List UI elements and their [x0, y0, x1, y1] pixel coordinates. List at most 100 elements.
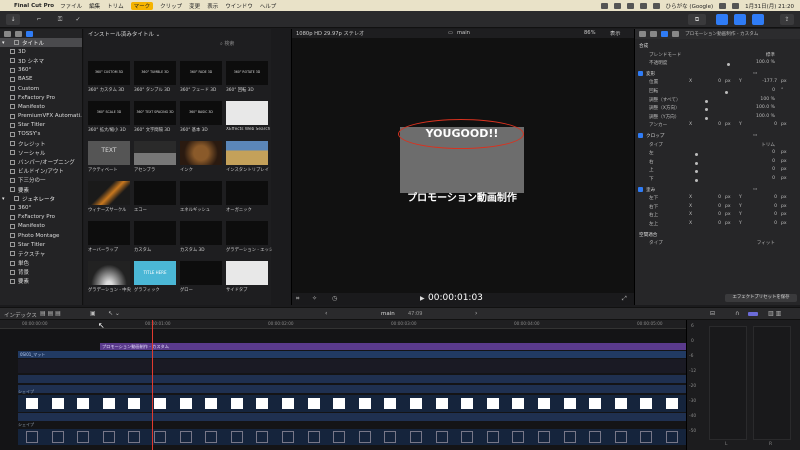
x-value[interactable]: 0: [707, 204, 721, 209]
slider-icon[interactable]: [705, 99, 708, 103]
track-lane-4[interactable]: [18, 413, 686, 421]
display-menu[interactable]: 表示: [610, 30, 620, 37]
slider-icon[interactable]: [695, 161, 698, 165]
transform-onscreen-icon[interactable]: ▭: [753, 71, 757, 76]
sidebar-item[interactable]: TOSSY's: [0, 130, 82, 139]
crop-section[interactable]: クロップ ▭: [635, 133, 800, 141]
text-tab-icon[interactable]: [650, 31, 657, 37]
opacity-row[interactable]: 不透明度 100.0 %: [635, 60, 800, 68]
title-thumbnail[interactable]: 360° SCALE 3D: [88, 101, 130, 125]
slider-icon[interactable]: [695, 153, 698, 157]
shape-track-2[interactable]: [18, 429, 686, 445]
sidebar-item[interactable]: BASE: [0, 75, 82, 84]
rotation-row[interactable]: 回転 0 °: [635, 88, 800, 96]
browser-toggle[interactable]: [716, 14, 728, 25]
title-clip[interactable]: プロモーション動画制作 - カスタム: [100, 343, 686, 350]
title-tab-icon[interactable]: [639, 31, 646, 37]
sidebar-item[interactable]: ▾ タイトル: [0, 38, 82, 48]
playhead[interactable]: [152, 320, 153, 450]
y-value[interactable]: 0: [751, 204, 777, 209]
sidebar-item[interactable]: Manifesto: [0, 222, 82, 231]
sidebar-item[interactable]: 下三分の一: [0, 176, 82, 185]
scale-x-row[interactable]: 調整（X方向） 100.0 %: [635, 105, 800, 113]
distort-section[interactable]: 歪み ▭: [635, 186, 800, 195]
enable-checkbox[interactable]: [638, 133, 643, 138]
sidebar-item[interactable]: 単色: [0, 259, 82, 268]
sidebar-item[interactable]: FxFactory Pro: [0, 213, 82, 222]
transform-section[interactable]: 変形 ▭: [635, 70, 800, 79]
titles-tab-icon[interactable]: [26, 30, 33, 37]
slider-icon[interactable]: [705, 116, 708, 120]
menu-item[interactable]: ヘルプ: [260, 2, 277, 10]
fullscreen-icon[interactable]: ⤢: [622, 295, 627, 303]
sidebar-item[interactable]: ビルドイン/アウト: [0, 167, 82, 176]
play-button[interactable]: ▶: [420, 295, 425, 302]
title-thumbnail[interactable]: [226, 101, 268, 125]
title-thumbnail[interactable]: [134, 181, 176, 205]
sidebar-item[interactable]: 要素: [0, 185, 82, 194]
index-button[interactable]: インデックス: [4, 311, 37, 319]
title-thumbnail[interactable]: [226, 261, 268, 285]
status-icon-3[interactable]: [626, 2, 634, 9]
distort-onscreen-icon[interactable]: ▭: [753, 187, 757, 192]
key-icon[interactable]: ⚿: [54, 14, 66, 25]
audio-meter-icon[interactable]: ⊟: [710, 310, 715, 317]
slider-icon[interactable]: [695, 170, 698, 174]
enable-checkbox[interactable]: [638, 186, 643, 192]
wifi-icon[interactable]: [639, 2, 647, 9]
position-row[interactable]: 位置 X 0 px Y -177.7 px: [635, 79, 800, 87]
sidebar-item[interactable]: Star Titler: [0, 121, 82, 130]
param-value[interactable]: 0: [735, 176, 775, 181]
sidebar-item[interactable]: テクスチャ: [0, 249, 82, 258]
sidebar-item[interactable]: Photo Montage: [0, 231, 82, 240]
sidebar-item[interactable]: 3D シネマ: [0, 56, 82, 65]
param-value[interactable]: トリム: [735, 142, 775, 148]
x-value[interactable]: 0: [707, 79, 721, 84]
title-thumbnail[interactable]: [180, 141, 222, 165]
search-field[interactable]: ⌕ 検索: [220, 40, 268, 48]
sidebar-item[interactable]: 360°: [0, 66, 82, 75]
shape-track-1[interactable]: [18, 395, 686, 412]
crop-onscreen-icon[interactable]: ▭: [753, 133, 757, 138]
y-value[interactable]: 0: [751, 212, 777, 217]
crop-left-row[interactable]: 左 0 px: [635, 150, 800, 158]
save-preset-button[interactable]: エフェクトプリセットを保存: [725, 294, 797, 302]
title-thumbnail[interactable]: 360° BASIC 3D: [180, 101, 222, 125]
menu-item[interactable]: トリム: [107, 2, 124, 10]
skimming-toggle[interactable]: [748, 312, 758, 316]
sidebar-item[interactable]: クレジット: [0, 139, 82, 148]
transform-tool-icon[interactable]: ⌗: [296, 295, 299, 303]
app-menu[interactable]: Final Cut Pro: [14, 3, 54, 9]
menu-item[interactable]: ファイル: [60, 2, 82, 10]
x-value[interactable]: 0: [707, 212, 721, 217]
search-icon[interactable]: [719, 2, 727, 9]
disclosure-icon[interactable]: ▾: [2, 40, 8, 46]
chevron-down-icon[interactable]: ⌄: [156, 32, 161, 38]
title-thumbnail[interactable]: [180, 181, 222, 205]
distort-br-row[interactable]: 右下 X 0 px Y 0 px: [635, 204, 800, 212]
title-thumbnail[interactable]: [134, 221, 176, 245]
video-tab-icon[interactable]: [661, 31, 668, 37]
enhance-icon[interactable]: ✧: [312, 295, 317, 302]
photos-tab-icon[interactable]: [15, 30, 22, 37]
background-tasks-icon[interactable]: ✓: [72, 14, 84, 25]
scale-y-row[interactable]: 調整（Y方向） 100.0 %: [635, 114, 800, 122]
snapping-icon[interactable]: ▥ ▥: [768, 310, 781, 317]
sidebar-item[interactable]: FxFactory Pro: [0, 93, 82, 102]
sidebar-item[interactable]: PremiumVFX Automati...: [0, 112, 82, 121]
y-value[interactable]: 0: [751, 221, 777, 226]
x-value[interactable]: 0: [707, 122, 721, 127]
y-value[interactable]: 0: [751, 122, 777, 127]
x-value[interactable]: 0: [707, 221, 721, 226]
param-value[interactable]: 0: [735, 88, 775, 93]
y-value[interactable]: 0: [751, 195, 777, 200]
title-thumbnail[interactable]: 360° TUMBLE 3D: [134, 61, 176, 85]
slider-icon[interactable]: [727, 63, 730, 67]
param-value[interactable]: 0: [735, 150, 775, 155]
slider-icon[interactable]: [705, 108, 708, 112]
sidebar-item[interactable]: Custom: [0, 84, 82, 93]
param-value[interactable]: 標準: [735, 52, 775, 58]
distort-tl-row[interactable]: 左上 X 0 px Y 0 px: [635, 221, 800, 229]
control-center-icon[interactable]: [732, 2, 740, 9]
title-thumbnail[interactable]: [180, 261, 222, 285]
